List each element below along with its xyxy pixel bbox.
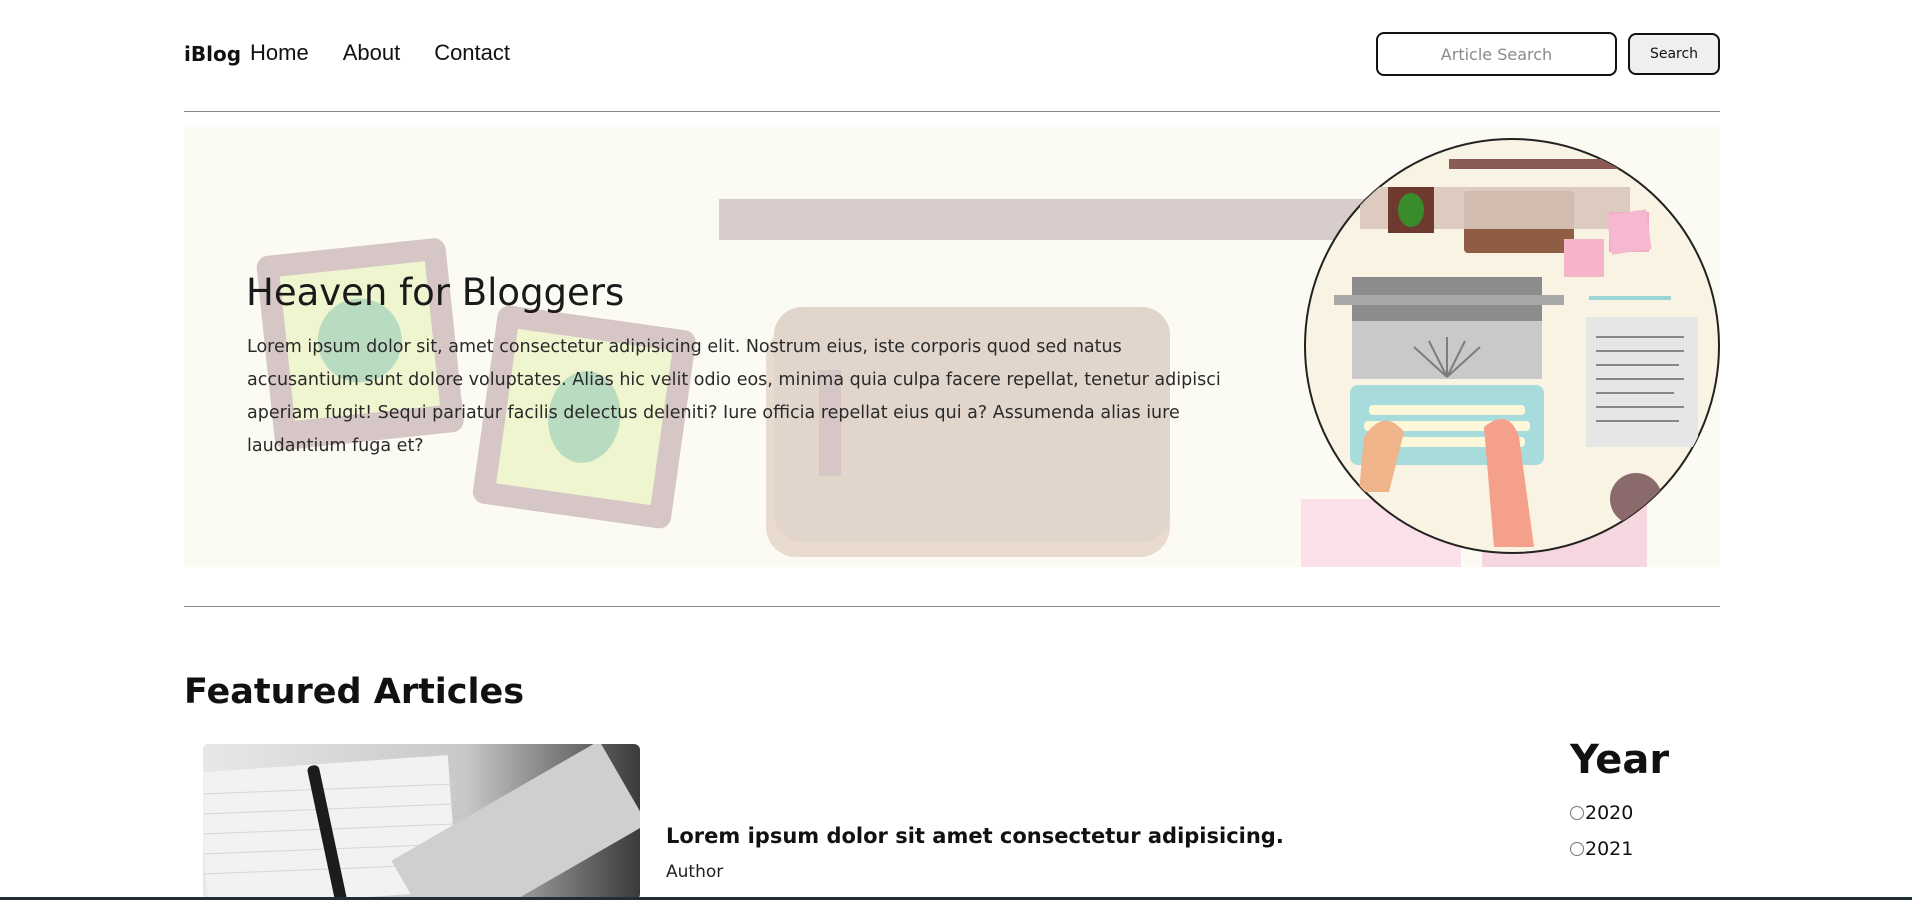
hero-description: Lorem ipsum dolor sit, amet consectetur …: [247, 337, 1221, 456]
notebook-pen-image: [203, 744, 640, 900]
year-radio-2021[interactable]: [1570, 842, 1584, 856]
divider-bottom: [184, 606, 1720, 607]
article-title[interactable]: Lorem ipsum dolor sit amet consectetur a…: [666, 824, 1284, 848]
year-label: 2021: [1585, 838, 1634, 860]
hero-banner: Heaven for Bloggers Lorem ipsum dolor si…: [184, 127, 1720, 567]
hero-title: Heaven for Bloggers: [246, 271, 625, 314]
brand-logo[interactable]: iBlog: [184, 42, 241, 66]
nav-link-home[interactable]: Home: [250, 40, 309, 66]
year-label: 2020: [1585, 802, 1634, 824]
article-thumbnail[interactable]: [203, 744, 640, 900]
nav-link-contact[interactable]: Contact: [434, 40, 510, 66]
search-button[interactable]: Search: [1628, 33, 1720, 75]
divider-top: [184, 111, 1720, 112]
year-option-2021[interactable]: 2021: [1570, 838, 1633, 860]
nav-link-about[interactable]: About: [343, 40, 401, 66]
article-author: Author: [666, 862, 724, 882]
year-radio-2020[interactable]: [1570, 806, 1584, 820]
nav-links: Home About Contact: [250, 40, 510, 66]
search-form: Search: [1376, 32, 1720, 76]
featured-heading: Featured Articles: [184, 672, 525, 712]
search-input[interactable]: [1376, 32, 1617, 76]
year-option-2020[interactable]: 2020: [1570, 802, 1633, 824]
year-filter-heading: Year: [1570, 737, 1670, 783]
navbar: iBlog Home About Contact Search: [184, 28, 1720, 84]
